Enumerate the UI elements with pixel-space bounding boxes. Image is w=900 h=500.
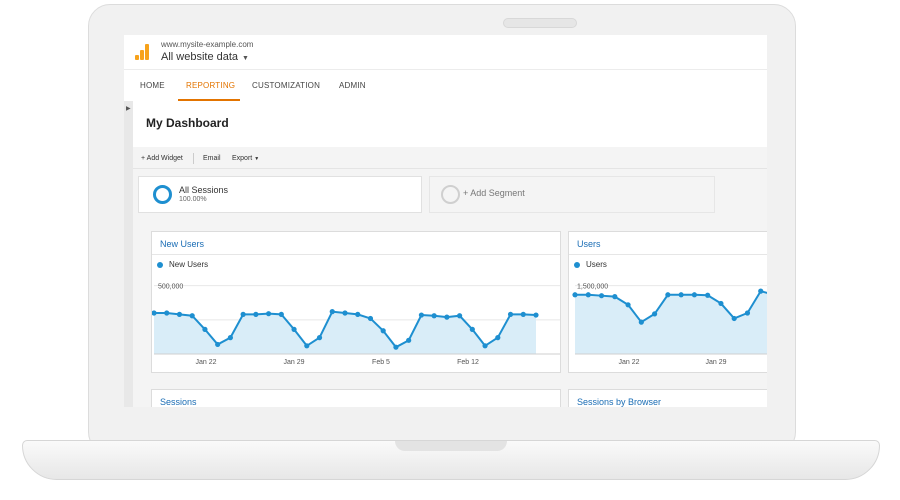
data-point (266, 311, 272, 317)
empty-segment-circle-icon (441, 185, 460, 204)
widget-new-users[interactable]: New Users New Users 500,000250,000Jan 22… (151, 231, 561, 373)
data-point (533, 312, 539, 318)
x-tick-label: Feb 5 (372, 359, 390, 366)
widget-sessions-by-browser[interactable]: Sessions by Browser (568, 389, 767, 407)
data-point (678, 292, 684, 298)
data-point (625, 302, 631, 308)
data-point (431, 313, 437, 319)
export-caret-icon: ▼ (254, 156, 260, 162)
screen: www.mysite-example.com All website data ▼… (124, 35, 767, 407)
segment-name: All Sessions (179, 185, 229, 195)
dashboard-area: My Dashboard + Add Widget Email Export ▼… (133, 101, 767, 407)
page-title: My Dashboard (146, 116, 229, 130)
data-point (705, 292, 711, 298)
export-label: Export (232, 155, 253, 162)
widget-title[interactable]: Sessions (160, 397, 197, 407)
data-point (227, 335, 233, 341)
data-point (202, 326, 208, 332)
data-point (638, 319, 644, 325)
data-point (291, 326, 297, 332)
widget-title[interactable]: Sessions by Browser (577, 397, 661, 407)
data-point (367, 315, 374, 322)
data-point (329, 309, 335, 315)
y-tick-label: 500,000 (158, 284, 183, 291)
data-point (406, 337, 412, 343)
segment-ring-icon (153, 185, 172, 204)
add-widget-button[interactable]: + Add Widget (141, 155, 183, 162)
data-point (355, 311, 361, 317)
x-tick-label: Feb 12 (457, 359, 479, 366)
data-point (278, 311, 284, 317)
data-point (520, 311, 526, 317)
x-tick-label: Jan 29 (705, 359, 726, 366)
data-point (189, 313, 195, 319)
data-point (652, 311, 658, 317)
tab-reporting[interactable]: REPORTING (186, 81, 235, 90)
data-point (240, 311, 246, 317)
data-point (495, 335, 501, 341)
data-point (316, 335, 323, 341)
title-bar: My Dashboard (133, 101, 767, 147)
x-tick-label: Jan 22 (195, 359, 216, 366)
data-point (444, 314, 450, 320)
data-point (380, 328, 386, 334)
data-point (744, 310, 751, 316)
area-fill (575, 291, 767, 354)
x-tick-label: Jan 22 (618, 359, 639, 366)
top-bar: www.mysite-example.com All website data ▼ (124, 35, 767, 69)
view-selector[interactable]: All website data ▼ (161, 51, 249, 63)
area-fill (154, 311, 536, 354)
x-tick-label: Jan 29 (283, 359, 304, 366)
data-point (469, 326, 475, 332)
segment-percent: 100.00% (179, 196, 207, 203)
data-point (572, 292, 578, 298)
laptop-base (22, 440, 880, 480)
data-point (507, 311, 514, 317)
data-point (418, 312, 424, 318)
data-point (758, 288, 764, 294)
y-tick-label: 1,500,000 (577, 284, 608, 291)
caret-down-icon: ▼ (242, 55, 249, 62)
data-point (342, 310, 348, 316)
data-point (253, 311, 259, 317)
data-point (393, 344, 399, 350)
segment-all-sessions[interactable]: All Sessions 100.00% (138, 176, 422, 213)
data-point (585, 292, 591, 298)
widget-sessions[interactable]: Sessions (151, 389, 561, 407)
users-chart: 1,500,000750,000Jan 22Jan 29 (572, 284, 767, 366)
laptop-notch (395, 441, 507, 451)
data-point (164, 310, 170, 316)
data-point (482, 343, 488, 349)
view-name: All website data (161, 51, 239, 63)
toolbar-divider (193, 153, 194, 164)
add-segment-label: + Add Segment (463, 188, 525, 198)
sidebar-toggle[interactable]: ▶ (124, 101, 133, 407)
add-segment-button[interactable]: + Add Segment (429, 176, 715, 213)
tab-admin[interactable]: ADMIN (339, 81, 366, 90)
tab-customization[interactable]: CUSTOMIZATION (252, 81, 320, 90)
data-point (457, 313, 463, 319)
data-point (215, 341, 221, 348)
data-point (731, 315, 737, 322)
data-point (691, 292, 697, 298)
site-url: www.mysite-example.com (161, 40, 254, 49)
data-point (665, 292, 671, 298)
new-users-chart: 500,000250,000Jan 22Jan 29Feb 5Feb 12 (152, 284, 560, 366)
data-point (176, 311, 183, 317)
analytics-logo-icon[interactable] (135, 44, 151, 60)
email-button[interactable]: Email (203, 155, 221, 162)
data-point (718, 300, 724, 307)
data-point (598, 293, 605, 299)
camera-bar (503, 18, 577, 28)
data-point (304, 343, 310, 349)
widget-users[interactable]: Users Users 1,500,000750,000Jan 22Jan 29 (568, 231, 767, 373)
export-button[interactable]: Export ▼ (232, 155, 259, 162)
data-point (612, 294, 618, 300)
expand-arrow-icon: ▶ (126, 106, 131, 112)
dashboard-toolbar: + Add Widget Email Export ▼ (133, 148, 767, 169)
tab-home[interactable]: HOME (140, 81, 165, 90)
main-nav: HOME REPORTING CUSTOMIZATION ADMIN (124, 69, 767, 103)
